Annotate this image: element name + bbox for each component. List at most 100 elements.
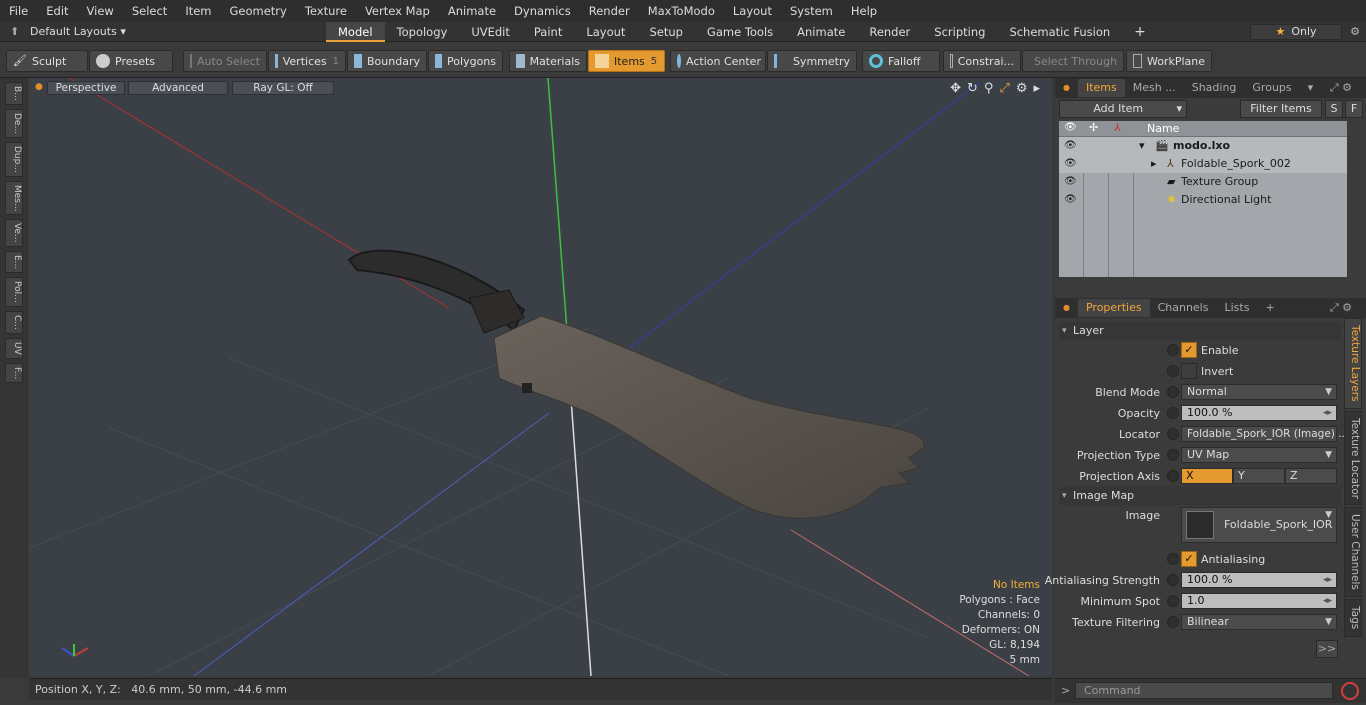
add-tab-icon[interactable]: +	[1122, 22, 1158, 42]
list-item[interactable]: 👁 ▾ 🎬 modo.lxo	[1059, 137, 1347, 155]
blend-mode-dot[interactable]	[1167, 386, 1179, 398]
menu-texture[interactable]: Texture	[296, 4, 356, 18]
materials-button[interactable]: Materials	[509, 50, 587, 72]
eye-icon[interactable]: 👁	[1064, 158, 1077, 169]
menu-maxtomodo[interactable]: MaxToModo	[639, 4, 724, 18]
left-tab-uv[interactable]: UV	[5, 337, 23, 359]
select-through-button[interactable]: Select Through	[1022, 50, 1124, 72]
3d-viewport[interactable]: Perspective Advanced Ray GL: Off ● ✥ ↻ ⚲…	[29, 78, 1052, 676]
f-button[interactable]: F	[1345, 100, 1363, 118]
command-input[interactable]: Command	[1075, 682, 1333, 699]
list-item[interactable]: 👁 ▰ Texture Group	[1059, 173, 1347, 191]
tab-texture-locator[interactable]: Texture Locator	[1344, 410, 1362, 506]
image-map-section[interactable]: Image Map	[1059, 487, 1341, 505]
move-view-icon[interactable]: ✥	[950, 81, 961, 96]
menu-dynamics[interactable]: Dynamics	[505, 4, 580, 18]
left-tab-mesh[interactable]: Mes...	[5, 180, 23, 216]
menu-edit[interactable]: Edit	[37, 4, 77, 18]
viewport-menu-icon[interactable]: ●	[35, 82, 43, 92]
left-tab-basic[interactable]: B...	[5, 82, 23, 105]
menu-animate[interactable]: Animate	[439, 4, 505, 18]
menu-view[interactable]: View	[78, 4, 123, 18]
menu-file[interactable]: File	[0, 4, 37, 18]
falloff-button[interactable]: Falloff	[862, 50, 940, 72]
tab-animate[interactable]: Animate	[785, 22, 857, 42]
action-center-button[interactable]: Action Center	[670, 50, 766, 72]
eye-icon[interactable]: 👁	[1064, 194, 1077, 205]
constraints-button[interactable]: Constrai...	[943, 50, 1021, 72]
expand-icon[interactable]: ▸	[1151, 157, 1157, 170]
invert-dot[interactable]	[1167, 365, 1179, 377]
antialiasing-dot[interactable]	[1167, 553, 1179, 565]
menu-item[interactable]: Item	[176, 4, 220, 18]
add-item-button[interactable]: Add Item ▾	[1059, 100, 1187, 118]
tab-shading[interactable]: Shading	[1184, 79, 1245, 97]
locator-select[interactable]: Foldable_Spork_IOR (Image) ...	[1181, 426, 1348, 442]
left-tab-edge[interactable]: E...	[5, 250, 23, 274]
tex-filter-dot[interactable]	[1167, 616, 1179, 628]
viewport-gear-icon[interactable]: ⚙	[1016, 81, 1028, 96]
tab-game-tools[interactable]: Game Tools	[695, 22, 785, 42]
tab-topology[interactable]: Topology	[385, 22, 460, 42]
expand-icon[interactable]: ▾	[1139, 139, 1145, 152]
menu-layout[interactable]: Layout	[724, 4, 781, 18]
tab-items[interactable]: Items	[1077, 79, 1125, 97]
tab-groups[interactable]: Groups	[1244, 79, 1299, 97]
tab-layout[interactable]: Layout	[574, 22, 637, 42]
projection-axis-dot[interactable]	[1167, 470, 1179, 482]
left-tab-deform[interactable]: De...	[5, 108, 23, 138]
locator-dot[interactable]	[1167, 428, 1179, 440]
tab-render[interactable]: Render	[857, 22, 922, 42]
left-tab-vertex[interactable]: Ve...	[5, 219, 23, 247]
enable-dot[interactable]	[1167, 344, 1179, 356]
auto-select-button[interactable]: Auto Select	[183, 50, 267, 72]
tab-mesh[interactable]: Mesh ...	[1125, 79, 1184, 97]
opacity-slider[interactable]: 100.0 % ◂▸	[1181, 405, 1337, 421]
only-button[interactable]: ★ Only	[1250, 24, 1342, 40]
raygl-button[interactable]: Ray GL: Off	[232, 81, 334, 95]
viewport-expand-icon[interactable]: ▸	[1033, 81, 1040, 96]
advanced-button[interactable]: Advanced	[128, 81, 228, 95]
tab-user-channels[interactable]: User Channels	[1344, 507, 1362, 598]
sculpt-button[interactable]: 🖌 Sculpt	[6, 50, 88, 72]
tab-paint[interactable]: Paint	[522, 22, 574, 42]
blend-mode-select[interactable]: Normal ▼	[1181, 384, 1337, 400]
left-tab-polygon[interactable]: Pol...	[5, 277, 23, 307]
eye-icon[interactable]: 👁	[1064, 176, 1077, 187]
axis-y-button[interactable]: Y	[1233, 468, 1285, 484]
menu-system[interactable]: System	[781, 4, 842, 18]
tab-lists[interactable]: Lists	[1216, 299, 1257, 317]
perspective-button[interactable]: Perspective	[47, 81, 125, 95]
panel-options-icon[interactable]: ⤢ ⚙	[1322, 299, 1360, 317]
tab-tags[interactable]: Tags	[1344, 599, 1362, 637]
zoom-view-icon[interactable]: ⚲	[984, 81, 994, 96]
workplane-button[interactable]: WorkPlane	[1126, 50, 1212, 72]
slider-arrows-icon[interactable]: ◂▸	[1323, 406, 1332, 420]
slider-arrows-icon[interactable]: ◂▸	[1323, 573, 1332, 587]
layer-section[interactable]: Layer	[1059, 322, 1341, 340]
record-icon[interactable]	[1341, 682, 1359, 700]
menu-geometry[interactable]: Geometry	[221, 4, 296, 18]
tab-model[interactable]: Model	[326, 21, 385, 42]
slider-arrows-icon[interactable]: ◂▸	[1323, 594, 1332, 608]
projection-type-dot[interactable]	[1167, 449, 1179, 461]
tab-schematic-fusion[interactable]: Schematic Fusion	[997, 22, 1122, 42]
presets-button[interactable]: Presets	[89, 50, 173, 72]
aa-strength-slider[interactable]: 100.0 % ◂▸	[1181, 572, 1337, 588]
left-tab-curve[interactable]: C...	[5, 310, 23, 334]
menu-render[interactable]: Render	[580, 4, 639, 18]
tab-setup[interactable]: Setup	[637, 22, 694, 42]
boundary-button[interactable]: Boundary	[347, 50, 427, 72]
invert-checkbox[interactable]	[1181, 363, 1197, 379]
tab-texture-layers[interactable]: Texture Layers	[1344, 318, 1362, 409]
list-item[interactable]: 👁 ✸ Directional Light	[1059, 191, 1347, 209]
image-select[interactable]: Foldable_Spork_IOR ▼	[1181, 507, 1337, 543]
maximize-view-icon[interactable]: ⤢	[999, 81, 1009, 96]
name-column-header[interactable]: Name	[1147, 122, 1179, 135]
eye-icon[interactable]: 👁	[1064, 140, 1077, 151]
opacity-dot[interactable]	[1167, 407, 1179, 419]
layout-selector[interactable]: ⬆ Default Layouts ▾	[0, 25, 140, 38]
left-tab-fusion[interactable]: F...	[5, 362, 23, 383]
axis-x-button[interactable]: X	[1181, 468, 1233, 484]
enable-checkbox[interactable]: ✓	[1181, 342, 1197, 358]
